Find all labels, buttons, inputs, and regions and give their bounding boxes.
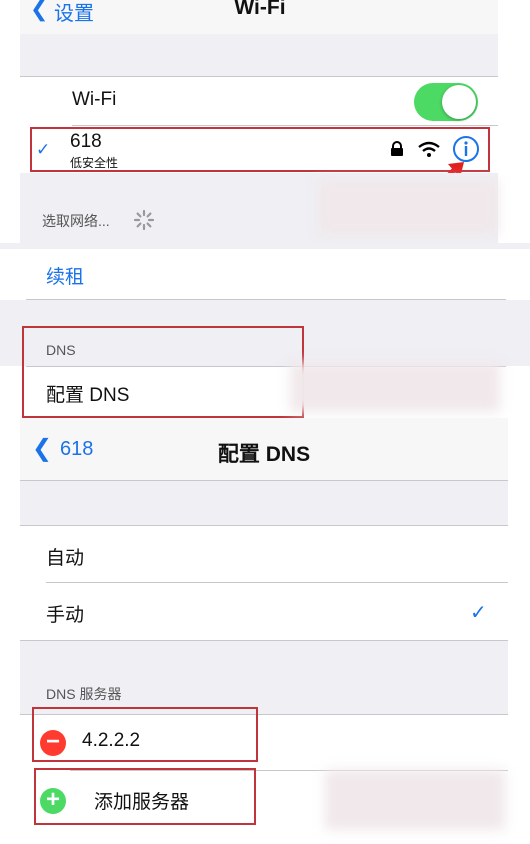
- spacer: [20, 481, 508, 525]
- dns-mode-auto-row[interactable]: 自动: [20, 526, 508, 582]
- dns-mode-auto: 自动: [46, 548, 85, 569]
- watermark-blur: [290, 362, 500, 412]
- checkmark-icon: ✓: [470, 602, 487, 624]
- highlight-box-network: [30, 127, 490, 172]
- wifi-nav-bar: ❮ 设置 Wi-Fi: [20, 0, 498, 35]
- renew-lease-button[interactable]: 续租: [46, 262, 84, 289]
- choose-network-label: 选取网络...: [42, 213, 110, 229]
- wifi-toggle-row: Wi-Fi: [20, 77, 498, 125]
- highlight-box-add: [34, 768, 256, 825]
- page-title: Wi-Fi: [234, 0, 286, 19]
- highlight-box-server: [32, 707, 258, 762]
- wifi-toggle[interactable]: [414, 83, 478, 121]
- back-button[interactable]: 618: [60, 438, 93, 461]
- back-chevron-icon[interactable]: ❮: [32, 434, 52, 463]
- wifi-label: Wi-Fi: [72, 89, 117, 110]
- dns-servers-header: DNS 服务器: [46, 686, 122, 702]
- watermark-blur: [325, 770, 505, 830]
- page-title: 配置 DNS: [217, 443, 311, 466]
- spacer: [20, 34, 498, 76]
- dns-nav-bar: ❮ 618 配置 DNS: [20, 418, 508, 481]
- dns-mode-manual-row[interactable]: 手动 ✓: [20, 583, 508, 640]
- renew-lease-row[interactable]: 续租: [26, 249, 506, 299]
- back-chevron-icon[interactable]: ❮: [30, 0, 48, 22]
- highlight-box-dns: [22, 326, 304, 418]
- loading-spinner-icon: [133, 209, 155, 231]
- back-button[interactable]: 设置: [54, 0, 94, 26]
- watermark-blur: [318, 180, 498, 235]
- dns-servers-section: DNS 服务器: [20, 641, 508, 714]
- dns-mode-manual: 手动: [46, 605, 85, 626]
